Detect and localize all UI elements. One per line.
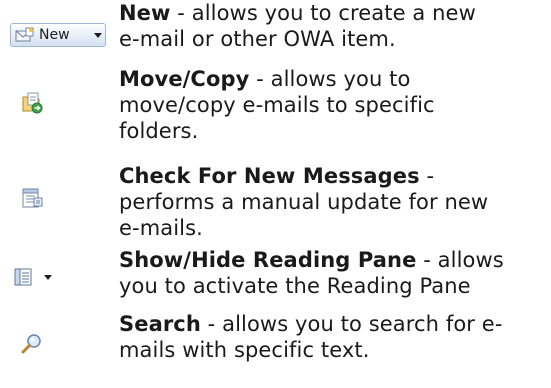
item-term: Search: [119, 312, 201, 336]
item-text-line: move/copy e-mails to specific: [119, 93, 435, 117]
item-term: Show/Hide Reading Pane: [119, 248, 417, 272]
new-button-label: New: [39, 27, 70, 43]
item-text-line: folders.: [119, 119, 199, 143]
item-term: New: [119, 1, 171, 25]
item-description: Check For New Messages - performs a manu…: [119, 163, 539, 241]
item-move-copy: Move/Copy - allows you to move/copy e-ma…: [0, 66, 551, 156]
item-new: New New - allows you to create a new e-m…: [0, 0, 551, 64]
item-term: Check For New Messages: [119, 164, 420, 188]
item-text-line: performs a manual update for new: [119, 190, 489, 214]
item-description: New - allows you to create a new e-mail …: [119, 0, 539, 52]
new-button[interactable]: New: [10, 23, 106, 47]
item-reading-pane: Show/Hide Reading Pane - allows you to a…: [0, 247, 551, 305]
move-copy-icon[interactable]: [20, 91, 44, 115]
chevron-down-icon: [44, 275, 52, 280]
item-text-line: - allows you to create a new: [170, 1, 476, 25]
item-text-line: you to activate the Reading Pane: [119, 274, 471, 298]
item-text-line: e-mail or other OWA item.: [119, 27, 396, 51]
search-icon[interactable]: [20, 332, 44, 356]
check-messages-icon[interactable]: [20, 186, 44, 210]
item-text-line: mails with specific text.: [119, 338, 370, 362]
item-text-line: - allows: [416, 248, 504, 272]
item-term: Move/Copy: [119, 67, 250, 91]
new-item-icon: [15, 27, 34, 42]
item-description: Show/Hide Reading Pane - allows you to a…: [119, 247, 539, 299]
reading-pane-button[interactable]: [10, 265, 60, 289]
item-search: Search - allows you to search for e- mai…: [0, 311, 551, 371]
item-description: Move/Copy - allows you to move/copy e-ma…: [119, 66, 539, 144]
item-description: Search - allows you to search for e- mai…: [119, 311, 539, 363]
item-text-line: e-mails.: [119, 216, 203, 240]
item-text-line: - allows you to: [249, 67, 411, 91]
item-check-messages: Check For New Messages - performs a manu…: [0, 163, 551, 245]
item-text-line: -: [419, 164, 435, 188]
chevron-down-icon: [94, 33, 102, 38]
reading-pane-icon: [14, 268, 32, 286]
item-text-line: - allows you to search for e-: [200, 312, 503, 336]
